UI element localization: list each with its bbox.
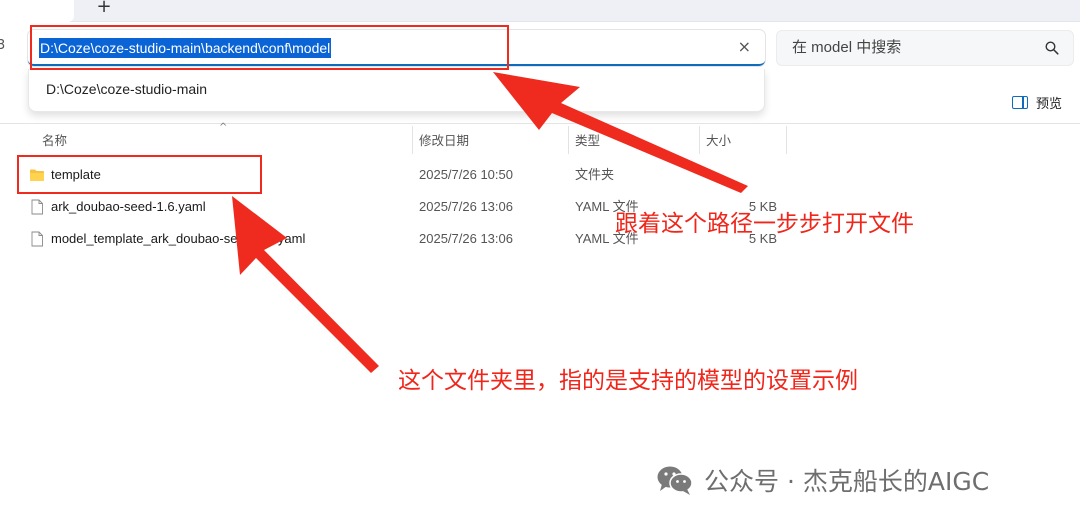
watermark: 公众号 · 杰克船长的AIGC [656,462,989,498]
toolbar-divider [0,123,1080,124]
new-tab-button[interactable]: + [93,0,115,18]
preview-pane-button[interactable]: 预览 [1012,93,1063,112]
file-name[interactable]: ark_doubao-seed-1.6.yaml [51,198,206,216]
column-header-size[interactable]: 大小 [706,130,731,152]
address-suggestions-dropdown: D:\Coze\coze-studio-main [28,69,765,112]
column-divider[interactable] [786,126,787,154]
watermark-text: 公众号 · 杰克船长的AIGC [704,467,990,496]
file-modified: 2025/7/26 13:06 [419,231,513,246]
folder-annotation-text: 这个文件夹里，指的是支持的模型的设置示例 [398,368,858,394]
tab-strip: + [0,0,1080,22]
search-placeholder: 在 model 中搜索 [792,39,902,56]
address-suggestion-item[interactable]: D:\Coze\coze-studio-main [46,80,207,98]
path-highlight-box [30,25,509,70]
column-header-modified[interactable]: 修改日期 [419,130,469,152]
file-name[interactable]: model_template_ark_doubao-seed-1.6.yaml [51,230,305,248]
preview-pane-icon [1012,95,1028,109]
active-tab[interactable] [0,0,74,22]
nav-button-edge[interactable]: 3 [0,38,5,53]
file-icon [31,199,43,215]
clear-address-icon[interactable]: × [738,38,751,56]
column-divider[interactable] [699,126,700,154]
column-divider[interactable] [412,126,413,154]
search-icon[interactable] [1045,41,1059,55]
file-modified: 2025/7/26 13:06 [419,199,513,214]
column-header-name[interactable]: 名称 [42,130,67,152]
search-input[interactable]: 在 model 中搜索 [776,30,1074,66]
folder-highlight-box [17,155,262,194]
file-icon [31,231,43,247]
folder-arrow [232,196,379,373]
column-divider[interactable] [568,126,569,154]
column-header-type[interactable]: 类型 [575,130,600,152]
path-annotation-text: 跟着这个路径一步步打开文件 [615,211,914,237]
file-type: 文件夹 [575,167,615,182]
preview-label: 预览 [1036,96,1063,112]
wechat-icon [657,466,693,495]
file-modified: 2025/7/26 10:50 [419,167,513,182]
sort-caret-icon: ^ [219,122,228,133]
